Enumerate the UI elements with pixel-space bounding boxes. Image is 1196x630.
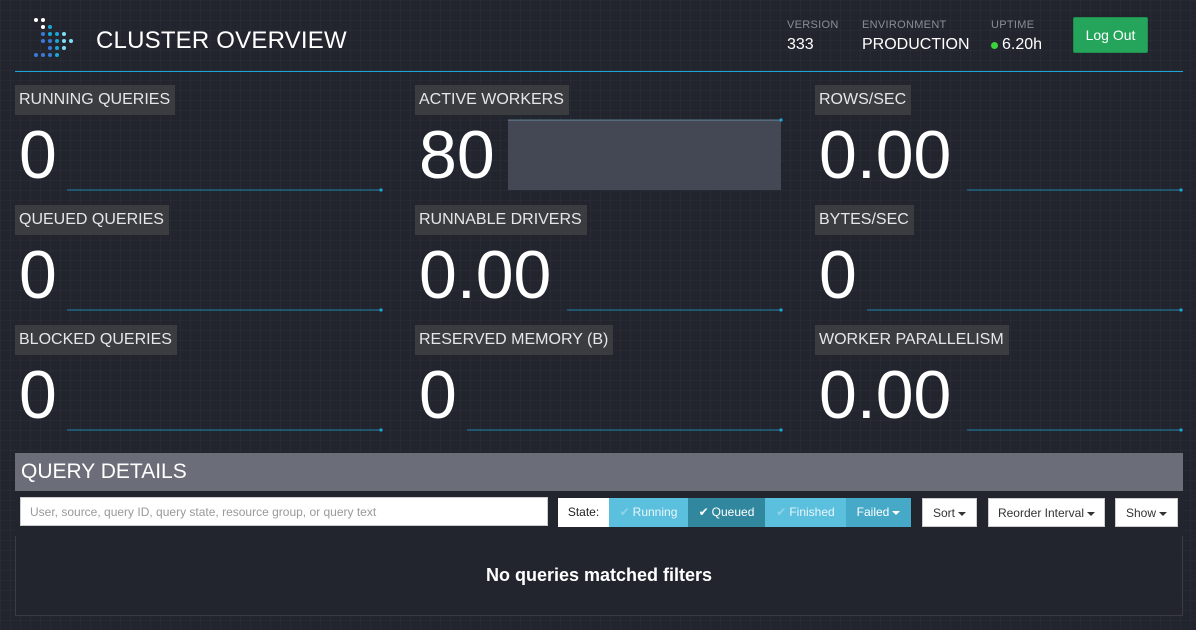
query-search-input[interactable] bbox=[20, 497, 548, 526]
show-label: Show bbox=[1125, 506, 1157, 520]
metric-value: 0 bbox=[419, 357, 457, 433]
presto-logo-icon bbox=[34, 18, 73, 57]
query-list: No queries matched filters bbox=[15, 536, 1183, 616]
uptime-value: 6.20h bbox=[1002, 36, 1043, 53]
metric-label: RUNNING QUERIES bbox=[15, 85, 176, 115]
chevron-down-icon bbox=[1087, 511, 1096, 516]
filter-failed-label: Failed bbox=[856, 505, 890, 519]
filter-queued-label: Queued bbox=[711, 505, 755, 519]
chevron-down-icon bbox=[958, 511, 966, 516]
filter-running-label: Running bbox=[632, 505, 678, 519]
page-title: CLUSTER OVERVIEW bbox=[96, 27, 347, 54]
metric-value: 0.00 bbox=[819, 117, 952, 193]
sort-dropdown[interactable]: Sort bbox=[922, 498, 977, 527]
environment-stat: ENVIRONMENT PRODUCTION bbox=[862, 19, 970, 54]
show-dropdown[interactable]: Show bbox=[1115, 498, 1178, 527]
metric-card: ROWS/SEC 0.00 bbox=[815, 85, 1184, 193]
sparkline-area bbox=[508, 120, 781, 190]
metric-value: 80 bbox=[419, 117, 495, 193]
empty-state-message: No queries matched filters bbox=[485, 565, 713, 585]
metric-value: 0.00 bbox=[819, 357, 952, 433]
sort-label: Sort bbox=[932, 506, 955, 520]
chevron-down-icon bbox=[1159, 511, 1168, 516]
metric-card: WORKER PARALLELISM 0.00 bbox=[815, 325, 1184, 433]
metric-label: ACTIVE WORKERS bbox=[415, 85, 569, 115]
logout-button[interactable]: Log Out bbox=[1073, 17, 1148, 53]
sparkline-dot bbox=[1179, 188, 1183, 192]
sparkline-dot bbox=[379, 308, 383, 312]
sparkline-dot bbox=[779, 428, 783, 432]
metric-card: BLOCKED QUERIES 0 bbox=[15, 325, 384, 433]
metric-label: RESERVED MEMORY (B) bbox=[415, 325, 614, 355]
uptime-row: 6.20h bbox=[991, 36, 1042, 54]
environment-value: PRODUCTION bbox=[862, 36, 970, 53]
uptime-stat: UPTIME 6.20h bbox=[991, 19, 1042, 54]
sparkline-dot bbox=[1179, 428, 1183, 432]
version-value: 333 bbox=[787, 36, 814, 53]
sparkline-dot bbox=[779, 118, 783, 122]
metric-card: ACTIVE WORKERS 80 bbox=[415, 85, 784, 193]
check-icon: ✔ bbox=[698, 505, 709, 519]
metric-value: 0.00 bbox=[419, 237, 552, 313]
query-filter-bar: State: ✔Running ✔Queued ✔Finished Failed… bbox=[15, 491, 1183, 536]
filter-queued-button[interactable]: ✔ Queued bbox=[688, 498, 765, 527]
metric-label: RUNNABLE DRIVERS bbox=[415, 205, 587, 235]
metric-label: WORKER PARALLELISM bbox=[815, 325, 1009, 355]
state-label: State: bbox=[558, 498, 609, 527]
version-stat: VERSION 333 bbox=[787, 19, 839, 54]
uptime-status-icon bbox=[991, 41, 998, 49]
metric-value: 0 bbox=[19, 357, 57, 433]
filter-finished-label: Finished bbox=[789, 505, 835, 519]
reorder-interval-label: Reorder Interval bbox=[997, 506, 1085, 520]
metric-label: QUEUED QUERIES bbox=[15, 205, 169, 235]
metric-value: 0 bbox=[19, 237, 57, 313]
filter-failed-dropdown[interactable]: Failed bbox=[846, 498, 911, 527]
sparkline-dot bbox=[779, 308, 783, 312]
sparkline-dot bbox=[1179, 308, 1183, 312]
metric-card: RESERVED MEMORY (B) 0 bbox=[415, 325, 784, 433]
metric-label: BLOCKED QUERIES bbox=[15, 325, 177, 355]
filter-running-button[interactable]: ✔ Running bbox=[609, 498, 688, 527]
metric-card: BYTES/SEC 0 bbox=[815, 205, 1184, 313]
metric-label: ROWS/SEC bbox=[815, 85, 912, 115]
reorder-interval-dropdown[interactable]: Reorder Interval bbox=[988, 498, 1105, 527]
metric-card: RUNNABLE DRIVERS 0.00 bbox=[415, 205, 784, 313]
metric-card: RUNNING QUERIES 0 bbox=[15, 85, 384, 193]
sparkline-dot bbox=[379, 428, 383, 432]
environment-label: ENVIRONMENT bbox=[862, 19, 947, 31]
filter-finished-button[interactable]: ✔ Finished bbox=[765, 498, 846, 527]
check-icon: ✔ bbox=[776, 505, 787, 519]
query-details-header: QUERY DETAILS bbox=[15, 453, 1183, 491]
uptime-label: UPTIME bbox=[991, 19, 1035, 31]
metric-value: 0 bbox=[19, 117, 57, 193]
metric-value: 0 bbox=[819, 237, 857, 313]
sparkline-dot bbox=[379, 188, 383, 192]
chevron-down-icon bbox=[892, 510, 901, 515]
header: CLUSTER OVERVIEW VERSION 333 ENVIRONMENT… bbox=[15, 0, 1183, 72]
metric-card: QUEUED QUERIES 0 bbox=[15, 205, 384, 313]
metric-label: BYTES/SEC bbox=[815, 205, 914, 235]
version-label: VERSION bbox=[787, 19, 839, 31]
query-details-title: QUERY DETAILS bbox=[21, 460, 187, 483]
check-icon: ✔ bbox=[619, 505, 630, 519]
